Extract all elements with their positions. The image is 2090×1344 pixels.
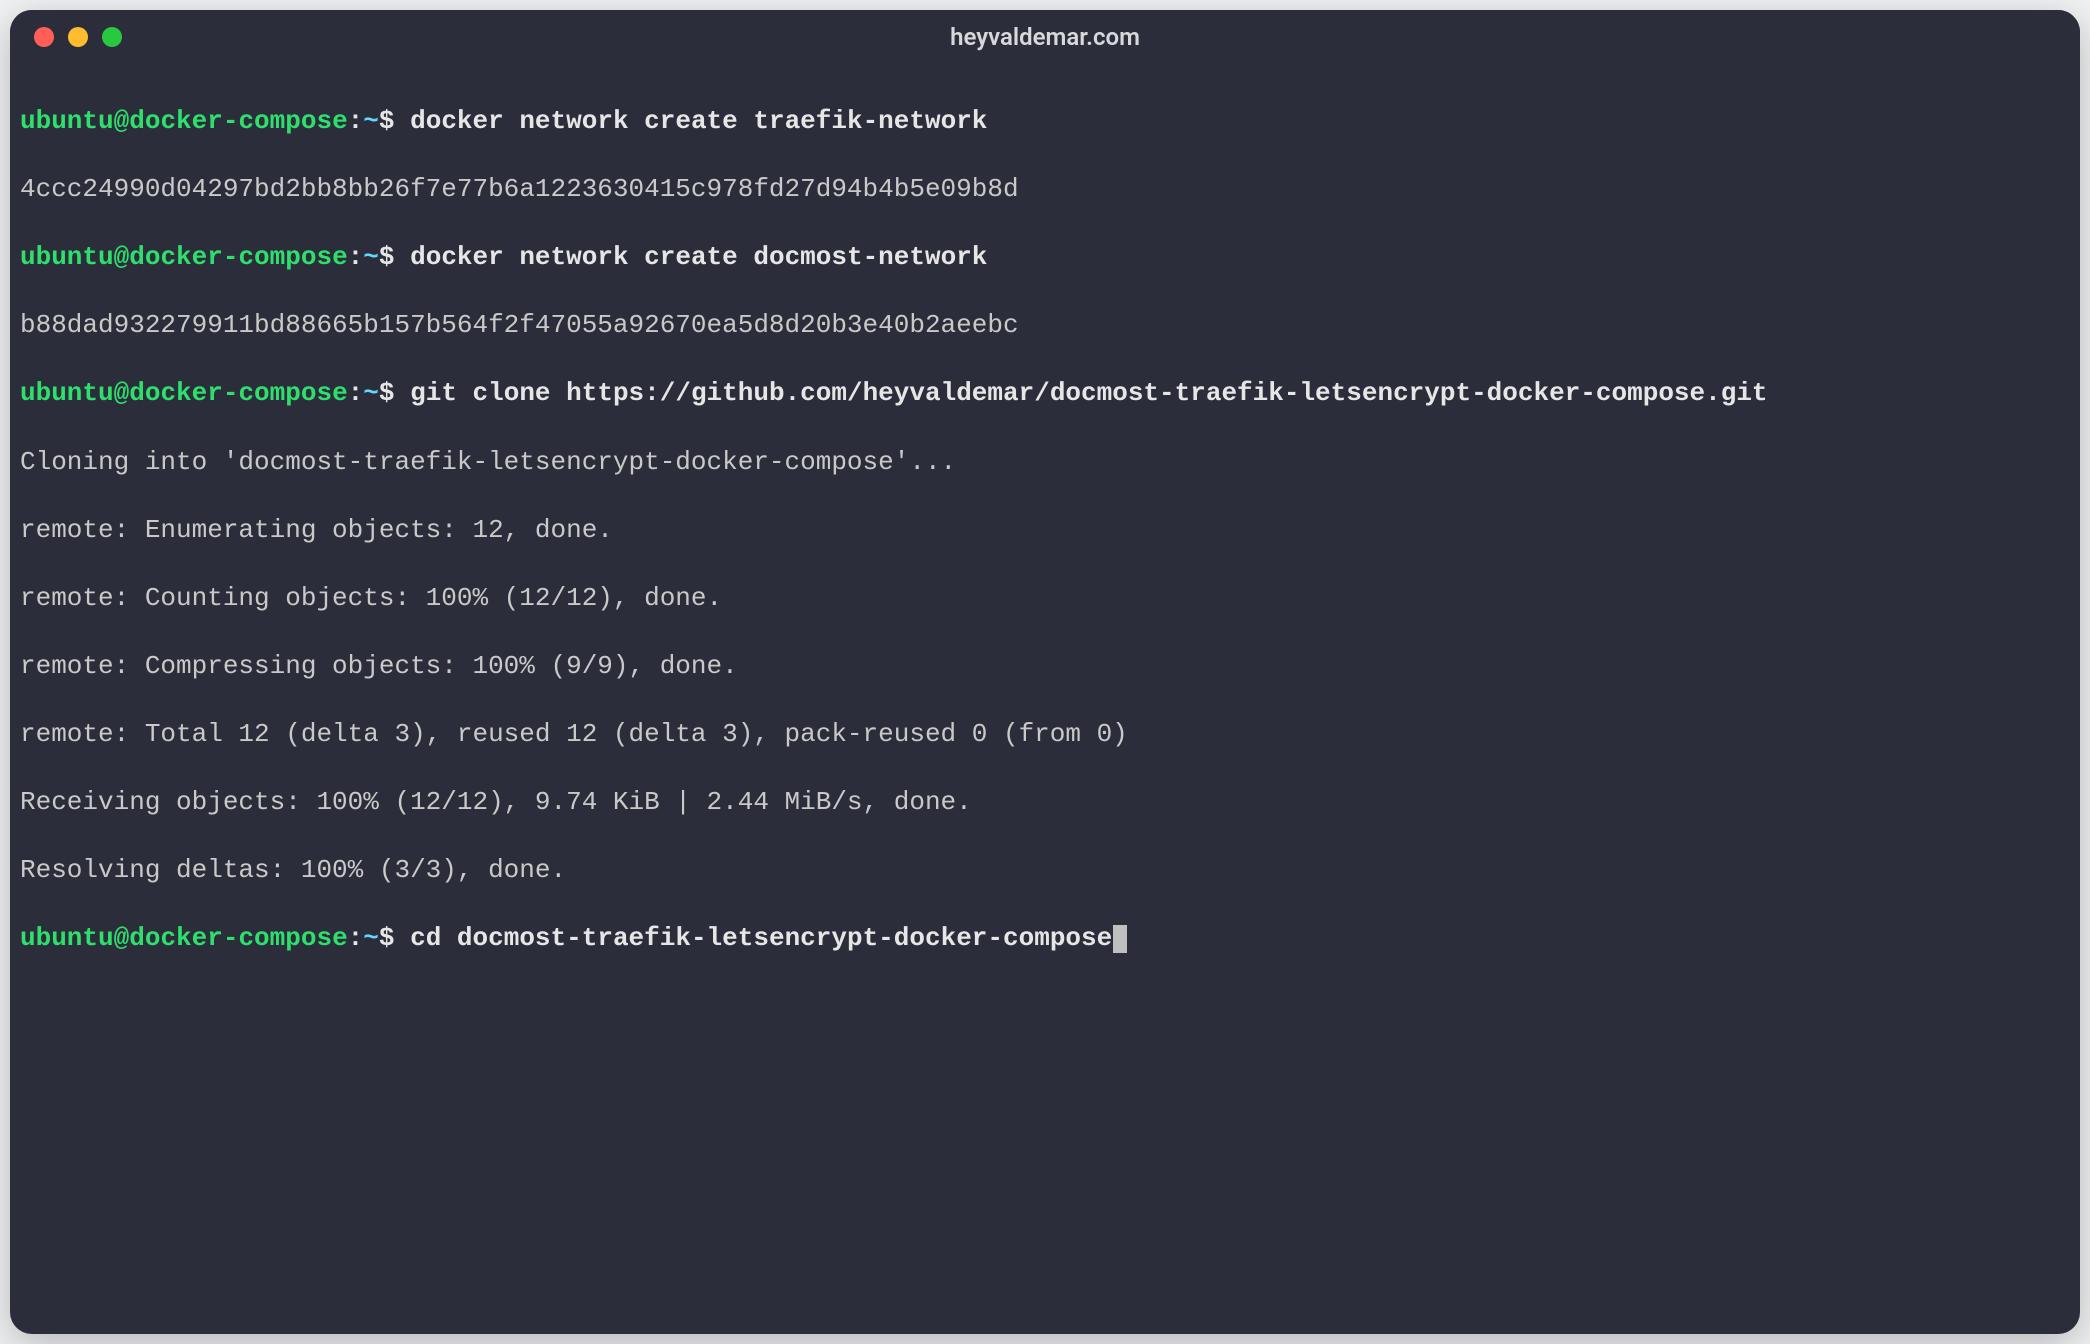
- terminal-line: ubuntu@docker-compose:~$ cd docmost-trae…: [20, 921, 2070, 955]
- prompt-path: ~: [363, 106, 379, 136]
- close-icon[interactable]: [34, 27, 54, 47]
- output-line: remote: Enumerating objects: 12, done.: [20, 513, 2070, 547]
- prompt-path: ~: [363, 378, 379, 408]
- prompt-colon: :: [348, 378, 364, 408]
- prompt-host: docker-compose: [129, 923, 347, 953]
- window-title: heyvaldemar.com: [10, 23, 2080, 51]
- prompt-at: @: [114, 106, 130, 136]
- output-line: b88dad932279911bd88665b157b564f2f47055a9…: [20, 308, 2070, 342]
- prompt-user: ubuntu: [20, 242, 114, 272]
- prompt-user: ubuntu: [20, 923, 114, 953]
- prompt-dollar: $: [379, 923, 410, 953]
- prompt-user: ubuntu: [20, 106, 114, 136]
- prompt-at: @: [114, 923, 130, 953]
- prompt-colon: :: [348, 106, 364, 136]
- prompt-path: ~: [363, 923, 379, 953]
- prompt-host: docker-compose: [129, 242, 347, 272]
- command-text: docker network create docmost-network: [410, 242, 987, 272]
- command-text: git clone https://github.com/heyvaldemar…: [410, 378, 1767, 408]
- terminal-line: ubuntu@docker-compose:~$ docker network …: [20, 240, 2070, 274]
- prompt-at: @: [114, 242, 130, 272]
- cursor-icon: [1113, 925, 1127, 953]
- fullscreen-icon[interactable]: [102, 27, 122, 47]
- prompt-dollar: $: [379, 106, 410, 136]
- terminal-body[interactable]: ubuntu@docker-compose:~$ docker network …: [10, 64, 2080, 1334]
- command-text: docker network create traefik-network: [410, 106, 987, 136]
- prompt-colon: :: [348, 242, 364, 272]
- output-line: remote: Compressing objects: 100% (9/9),…: [20, 649, 2070, 683]
- minimize-icon[interactable]: [68, 27, 88, 47]
- prompt-host: docker-compose: [129, 378, 347, 408]
- prompt-colon: :: [348, 923, 364, 953]
- terminal-line: ubuntu@docker-compose:~$ docker network …: [20, 104, 2070, 138]
- prompt-at: @: [114, 378, 130, 408]
- output-line: Receiving objects: 100% (12/12), 9.74 Ki…: [20, 785, 2070, 819]
- output-line: 4ccc24990d04297bd2bb8bb26f7e77b6a1223630…: [20, 172, 2070, 206]
- traffic-lights: [10, 27, 122, 47]
- output-line: remote: Counting objects: 100% (12/12), …: [20, 581, 2070, 615]
- terminal-line: ubuntu@docker-compose:~$ git clone https…: [20, 376, 2070, 410]
- prompt-dollar: $: [379, 242, 410, 272]
- titlebar: heyvaldemar.com: [10, 10, 2080, 64]
- command-text: cd docmost-traefik-letsencrypt-docker-co…: [410, 923, 1112, 953]
- prompt-user: ubuntu: [20, 378, 114, 408]
- output-line: Resolving deltas: 100% (3/3), done.: [20, 853, 2070, 887]
- output-line: remote: Total 12 (delta 3), reused 12 (d…: [20, 717, 2070, 751]
- output-line: Cloning into 'docmost-traefik-letsencryp…: [20, 445, 2070, 479]
- prompt-dollar: $: [379, 378, 410, 408]
- prompt-host: docker-compose: [129, 106, 347, 136]
- terminal-window: heyvaldemar.com ubuntu@docker-compose:~$…: [10, 10, 2080, 1334]
- prompt-path: ~: [363, 242, 379, 272]
